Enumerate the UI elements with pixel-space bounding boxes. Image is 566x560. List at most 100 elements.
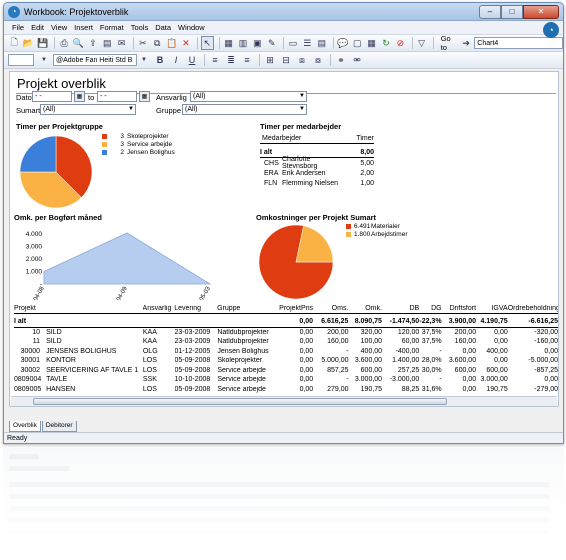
- table-icon[interactable]: ▦: [222, 36, 234, 50]
- refresh-icon[interactable]: ↻: [380, 36, 392, 50]
- legend-entry: 2 Jensen Bolighus: [102, 148, 175, 156]
- order-front-icon[interactable]: ⧈: [295, 53, 309, 67]
- tab-debitorer[interactable]: Debitorer: [41, 421, 77, 432]
- table-row[interactable]: 0809004 TAVLE SSK 10-10-2008 Service arbejde…: [14, 375, 558, 385]
- align-center-icon[interactable]: ≣: [224, 53, 238, 67]
- toolbar-separator: [411, 37, 413, 49]
- bold-button[interactable]: B: [153, 53, 167, 67]
- brand-logo-icon: ◔: [543, 22, 559, 38]
- menu-file[interactable]: File: [12, 23, 24, 32]
- menu-edit[interactable]: Edit: [31, 23, 44, 32]
- print-preview-icon[interactable]: 🔍: [72, 36, 84, 50]
- calendar-icon[interactable]: ▦: [74, 91, 85, 102]
- menu-window[interactable]: Window: [178, 23, 205, 32]
- email-icon[interactable]: ✉: [115, 36, 127, 50]
- grid-cell: 0,00: [462, 376, 477, 384]
- close-button[interactable]: ✕: [523, 4, 559, 19]
- x-tick-label: 2004-08: [30, 285, 47, 300]
- table-row: FLN Flemming Nielsen 1,00: [260, 178, 374, 188]
- legend-label: Service arbejde: [127, 140, 173, 148]
- image-icon[interactable]: ▣: [251, 36, 263, 50]
- menu-tools[interactable]: Tools: [131, 23, 149, 32]
- dropdown-arrow-icon[interactable]: ▼: [137, 53, 151, 67]
- goto-arrow-icon[interactable]: ➔: [460, 36, 472, 50]
- title-bar: ◔ Workbook: Projektoverblik – □ ✕: [4, 3, 563, 21]
- group-icon[interactable]: ⊟: [279, 53, 293, 67]
- toolbar-separator: [204, 54, 205, 66]
- style-select[interactable]: [8, 54, 34, 66]
- align-objects-icon[interactable]: ⊞: [263, 53, 277, 67]
- underline-button[interactable]: U: [185, 53, 199, 67]
- copy-icon[interactable]: ⧉: [151, 36, 163, 50]
- table-row[interactable]: 30000 JENSENS BOLIGHUS OLG 01-12-2005 Jensen…: [14, 347, 558, 357]
- save-icon[interactable]: 💾: [37, 36, 49, 50]
- grid-cell: 257,25: [397, 366, 420, 374]
- goto-select[interactable]: Chart4: [474, 37, 563, 49]
- grid-cell: 05-09-2008: [174, 366, 211, 374]
- sheet-canvas: Projekt overblik Dato - - ▦ to - - ▦ Ans…: [9, 71, 559, 407]
- align-right-icon[interactable]: ≡: [240, 53, 254, 67]
- delete-icon[interactable]: ✕: [180, 36, 192, 50]
- table-row[interactable]: 11 SILD KAA 23-03-2009 Natldubprojekter 0,00 1…: [14, 337, 558, 347]
- textbox-icon[interactable]: ▭: [287, 36, 299, 50]
- chart-icon[interactable]: ▥: [237, 36, 249, 50]
- to-label: to: [88, 93, 95, 102]
- legend-entry: 3 Service arbejde: [102, 140, 175, 148]
- table-row[interactable]: 10 SILD KAA 23-03-2009 Natldubprojekter 0,00 2…: [14, 328, 558, 338]
- ansvarlig-select[interactable]: (All) ▼: [190, 91, 307, 102]
- horizontal-scrollbar[interactable]: [11, 396, 557, 406]
- export-icon[interactable]: ⇪: [87, 36, 99, 50]
- legend-entry: 3 Skoleprojekter: [102, 132, 175, 140]
- minimize-button[interactable]: –: [479, 4, 501, 19]
- grid-body: 10 SILD KAA 23-03-2009 Natldubprojekter 0,00 2…: [14, 328, 558, 395]
- stop-icon[interactable]: ⊘: [394, 36, 406, 50]
- grid-cell: Service arbejde: [217, 376, 266, 384]
- new-document-icon[interactable]: 🗋: [8, 36, 20, 50]
- cut-icon[interactable]: ✂: [137, 36, 149, 50]
- grid-cell: 190,75: [486, 385, 508, 393]
- font-select[interactable]: @Adobe Fan Heiti Std B: [53, 54, 137, 66]
- form-icon[interactable]: ▤: [316, 36, 328, 50]
- dropdown-arrow-icon: ▼: [299, 93, 305, 99]
- menu-data[interactable]: Data: [155, 23, 171, 32]
- list-icon[interactable]: ☰: [301, 36, 313, 50]
- connect-icon[interactable]: ⚭: [334, 53, 348, 67]
- legend-entry: 6.491 Materialer: [346, 222, 407, 230]
- y-tick-label: 1.000: [26, 269, 43, 276]
- menu-view[interactable]: View: [51, 23, 67, 32]
- align-left-icon[interactable]: ≡: [208, 53, 222, 67]
- menu-insert[interactable]: Insert: [74, 23, 93, 32]
- table-row[interactable]: 30001 KONTOR LOS 05-09-2008 Skoleprojekter 0,…: [14, 356, 558, 366]
- sumart-select[interactable]: (All) ▼: [40, 104, 136, 115]
- print-icon[interactable]: ⎙: [58, 36, 70, 50]
- edit-icon[interactable]: ✎: [266, 36, 278, 50]
- calendar-icon[interactable]: ▦: [139, 91, 150, 102]
- maximize-button[interactable]: □: [501, 4, 523, 19]
- comment-icon[interactable]: 💬: [337, 36, 349, 50]
- menu-format[interactable]: Format: [100, 23, 124, 32]
- grid-icon[interactable]: ▦: [365, 36, 377, 50]
- hours-column-header: Timer: [356, 135, 374, 142]
- employee-name: Flemming Nielsen: [282, 179, 339, 187]
- dato-to-input[interactable]: - -: [97, 91, 137, 102]
- order-back-icon[interactable]: ⧇: [311, 53, 325, 67]
- pdf-icon[interactable]: ▤: [101, 36, 113, 50]
- open-folder-icon[interactable]: 📂: [22, 36, 34, 50]
- table-row[interactable]: 30002 SEERVICERING AF TAVLE 1 LOS 05-09-200…: [14, 366, 558, 376]
- pie-chart-sumart[interactable]: [256, 222, 336, 302]
- pie-chart-gruppe[interactable]: [16, 132, 96, 212]
- filter-icon[interactable]: ▽: [415, 36, 427, 50]
- pie-slice[interactable]: [19, 135, 57, 173]
- gruppe-select[interactable]: (All) ▼: [182, 104, 307, 115]
- dropdown-arrow-icon[interactable]: ▼: [37, 53, 51, 67]
- break-link-icon[interactable]: ⚮: [350, 53, 364, 67]
- tab-overblik[interactable]: Overblik: [9, 421, 41, 432]
- dato-from-input[interactable]: - -: [32, 91, 72, 102]
- area-chart-omk[interactable]: 4.0003.0002.0001.000- 2004-08 2004-09 2005…: [10, 220, 220, 300]
- table-row[interactable]: 0809005 HANSEN LOS 05-09-2008 Service arbejd…: [14, 385, 558, 395]
- window-icon[interactable]: ▢: [351, 36, 363, 50]
- pointer-icon[interactable]: ↖: [200, 36, 214, 50]
- scrollbar-thumb[interactable]: [33, 398, 447, 405]
- italic-button[interactable]: I: [169, 53, 183, 67]
- paste-icon[interactable]: 📋: [165, 36, 177, 50]
